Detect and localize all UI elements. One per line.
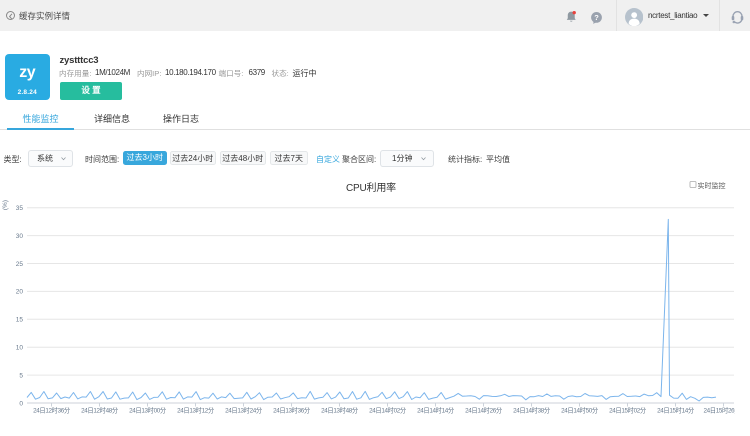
svg-text:实时监控: 实时监控 [698, 181, 726, 190]
svg-text:(%): (%) [2, 200, 9, 210]
svg-text:24日14时50分: 24日14时50分 [561, 406, 599, 415]
svg-text:24日13时36分: 24日13时36分 [273, 406, 311, 415]
svg-text:24日12时48分: 24日12时48分 [81, 406, 119, 415]
svg-text:24日13时48分: 24日13时48分 [321, 406, 359, 415]
svg-text:35: 35 [16, 205, 24, 212]
svg-text:30: 30 [16, 233, 24, 240]
svg-text:10: 10 [16, 345, 24, 352]
svg-text:0: 0 [19, 400, 23, 407]
svg-text:24日14时38分: 24日14时38分 [513, 406, 551, 415]
svg-text:CPU利用率: CPU利用率 [346, 181, 396, 194]
svg-text:24日14时02分: 24日14时02分 [369, 406, 407, 415]
svg-text:24日15时14分: 24日15时14分 [657, 406, 695, 415]
svg-text:?: ? [594, 13, 599, 22]
svg-text:20: 20 [16, 289, 24, 296]
svg-text:24日12时36分: 24日12时36分 [33, 406, 71, 415]
svg-text:24日14时26分: 24日14时26分 [465, 406, 503, 415]
svg-text:24日14时14分: 24日14时14分 [417, 406, 455, 415]
svg-text:24日13时00分: 24日13时00分 [129, 406, 167, 415]
svg-text:24日15时02分: 24日15时02分 [609, 406, 647, 415]
svg-text:5: 5 [19, 372, 23, 379]
svg-text:25: 25 [16, 261, 24, 268]
svg-text:24日13时12分: 24日13时12分 [177, 406, 215, 415]
svg-text:24日13时24分: 24日13时24分 [225, 406, 263, 415]
svg-text:15: 15 [16, 317, 24, 324]
svg-text:24日15时26分: 24日15时26分 [704, 406, 742, 415]
